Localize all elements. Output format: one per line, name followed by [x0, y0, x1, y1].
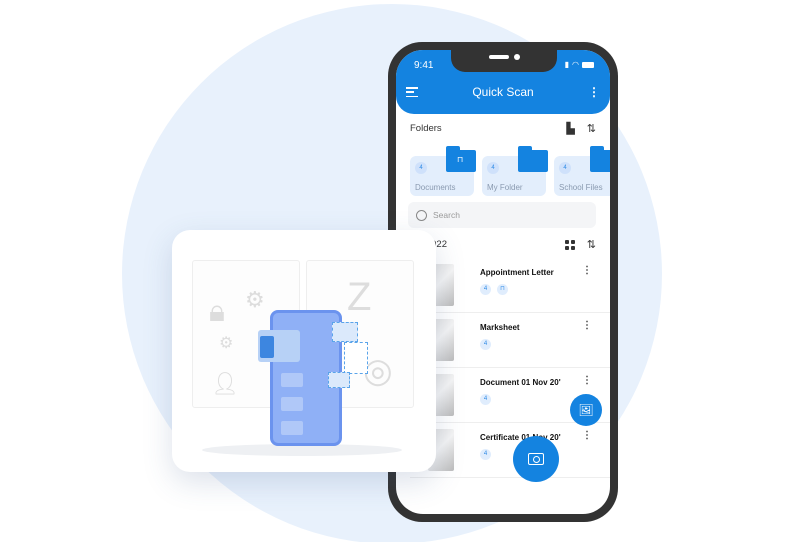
- padlock-icon: 🔒︎: [209, 295, 225, 328]
- more-vertical-icon[interactable]: ⋮: [588, 86, 600, 98]
- status-time: 9:41: [414, 60, 434, 71]
- folder-count: 4: [415, 162, 427, 174]
- folder-list: 4 ⊓ Documents 4 My Folder 4 School Files: [410, 146, 610, 196]
- folder-icon: [518, 146, 548, 172]
- more-vertical-icon[interactable]: ⋮: [582, 266, 592, 276]
- lock-icon: ⊓: [457, 155, 464, 164]
- app-bar: 9:41 ▮ ◠ Quick Scan ⋮: [396, 50, 610, 114]
- folder-name: School Files: [559, 183, 603, 192]
- folder-card[interactable]: 4 ⊓ Documents: [410, 146, 476, 196]
- hidden-file-icon: [344, 342, 368, 374]
- signal-icon: ▮: [564, 60, 570, 69]
- list-item[interactable]: Appointment Letter 4 ⊓ ⋮: [410, 258, 610, 313]
- document-name: Document 01 Nov 20': [480, 378, 561, 387]
- folder-name: My Folder: [487, 183, 523, 192]
- folder-icon: ⊓: [446, 146, 476, 172]
- page-count-badge: 4: [480, 339, 491, 350]
- lock-icon: ⊓: [497, 284, 508, 295]
- page-count-badge: 4: [480, 449, 491, 460]
- face-scan-icon: 👤︎: [211, 371, 239, 396]
- hidden-file-icon: [328, 372, 350, 388]
- list-item[interactable]: Certificate 01 Nov 20' 4 ⋮: [410, 423, 610, 478]
- hamburger-icon[interactable]: [406, 87, 418, 97]
- gallery-import-icon: 🖼: [578, 403, 594, 417]
- search-icon: [416, 209, 427, 221]
- gear-icon: ⚙: [245, 287, 265, 312]
- page-count-badge: 4: [480, 284, 491, 295]
- calculator-icon: [260, 336, 274, 358]
- wifi-icon: ◠: [572, 60, 579, 69]
- more-vertical-icon[interactable]: ⋮: [582, 376, 592, 386]
- grid-view-icon[interactable]: [564, 239, 575, 250]
- gear-icon: ⚙: [219, 335, 234, 352]
- sort-icon[interactable]: ⇅: [587, 122, 596, 135]
- status-icons: ▮ ◠: [565, 60, 594, 69]
- search-placeholder: Search: [433, 210, 460, 220]
- folder-card[interactable]: 4 My Folder: [482, 146, 548, 196]
- sort-icon[interactable]: ⇅: [587, 238, 596, 251]
- folders-title: Folders: [410, 123, 442, 134]
- new-folder-icon[interactable]: ▙: [566, 122, 574, 135]
- more-vertical-icon[interactable]: ⋮: [582, 431, 592, 441]
- page-count-badge: 4: [480, 394, 491, 405]
- more-vertical-icon[interactable]: ⋮: [582, 321, 592, 331]
- folder-name: Documents: [415, 183, 456, 192]
- document-name: Appointment Letter: [480, 268, 554, 277]
- documents-header: 18, 2022 ⇅: [410, 238, 596, 251]
- folder-count: 4: [487, 162, 499, 174]
- app-title: Quick Scan: [472, 85, 534, 99]
- camera-button[interactable]: [513, 436, 559, 482]
- battery-icon: [582, 61, 594, 68]
- folder-card[interactable]: 4 School Files: [554, 146, 610, 196]
- promo-stage: 9:41 ▮ ◠ Quick Scan ⋮ Folders ▙ ⇅ 4 ⊓ Do…: [0, 0, 800, 542]
- hidden-file-icon: [332, 322, 358, 342]
- search-input[interactable]: Search: [408, 202, 596, 228]
- document-name: Marksheet: [480, 323, 520, 332]
- camera-icon: [528, 453, 544, 465]
- list-item[interactable]: Marksheet 4 ⋮: [410, 313, 610, 368]
- folder-count: 4: [559, 162, 571, 174]
- phone-notch: [451, 50, 557, 72]
- folder-icon: [590, 146, 610, 172]
- folders-header: Folders ▙ ⇅: [410, 122, 596, 135]
- gallery-import-button[interactable]: 🖼: [570, 394, 602, 426]
- illustration-card: 🔒︎ ⚙ ⚙ 👤︎ Z ◎: [172, 230, 436, 472]
- pattern-lock-icon: Z: [347, 275, 372, 319]
